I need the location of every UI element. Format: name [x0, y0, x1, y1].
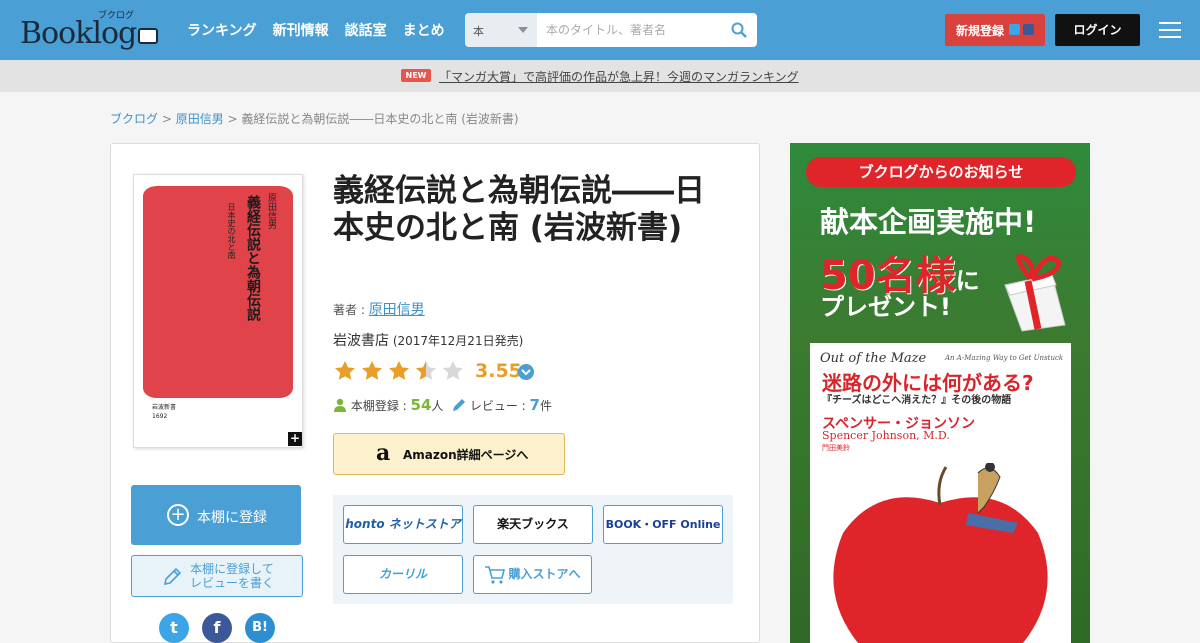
- review-unit: 件: [539, 399, 552, 413]
- publisher-line: 岩波書店 (2017年12月21日発売): [333, 330, 523, 350]
- nav-new-releases[interactable]: 新刊情報: [273, 20, 329, 40]
- banner-link[interactable]: 「マンガ大賞」で高評価の作品が急上昇！今週のマンガランキング: [439, 68, 799, 85]
- shelf-label: 本棚登録 :: [350, 399, 411, 413]
- review-count: 7: [529, 396, 540, 414]
- shelf-unit: 人: [431, 399, 444, 413]
- write-review-line1: 本棚に登録して: [190, 562, 274, 576]
- register-button[interactable]: 新規登録: [945, 14, 1045, 46]
- apple-illustration: [833, 463, 1048, 643]
- breadcrumb-current: 義経伝説と為朝伝説――日本史の北と南 (岩波新書): [241, 112, 519, 126]
- new-badge: NEW: [401, 69, 431, 82]
- ad-headline-present: プレゼント!: [820, 293, 951, 321]
- add-to-shelf-button[interactable]: + 本棚に登録: [131, 485, 301, 545]
- ad-headline: 献本企画実施中!: [820, 205, 1037, 239]
- ad-book-en-title: Out of the Maze: [820, 351, 927, 366]
- store-calil-button[interactable]: カーリル: [343, 555, 463, 594]
- store-bookoff-button[interactable]: BOOK・OFF Online: [603, 505, 723, 544]
- ad-book-cover: Out of the Maze An A-Mazing Way to Get U…: [810, 343, 1071, 643]
- ad-particle: に: [955, 267, 980, 295]
- search-bar: 本: [465, 13, 757, 47]
- expand-cover-icon[interactable]: +: [288, 432, 302, 446]
- booklog-logo[interactable]: Booklog ブクログ: [20, 10, 160, 51]
- facebook-share-icon[interactable]: f: [202, 613, 232, 643]
- nav-ranking[interactable]: ランキング: [187, 20, 257, 40]
- author-label: 著者 :: [333, 303, 369, 317]
- star-icon: [335, 360, 355, 380]
- star-half-icon: [416, 360, 436, 380]
- store-links: honto ネットストア 楽天ブックス BOOK・OFF Online カーリル…: [333, 495, 733, 604]
- nav-matome[interactable]: まとめ: [403, 20, 445, 40]
- cover-author: 原田信男: [266, 193, 276, 229]
- amazon-detail-label: Amazon詳細ページへ: [403, 448, 529, 462]
- store-honto-button[interactable]: honto ネットストア: [343, 505, 463, 544]
- star-icon: [389, 360, 409, 380]
- ad-book-subtitle: 『チーズはどこへ消えた？』その後の物語: [822, 395, 1012, 406]
- main-nav: ランキング 新刊情報 談話室 まとめ: [187, 20, 461, 40]
- cover-publisher-mark: 岩波新書 1692: [152, 404, 177, 420]
- add-to-shelf-label: 本棚に登録: [197, 510, 267, 526]
- book-face-icon: [138, 28, 158, 44]
- cart-icon: [485, 566, 506, 584]
- plus-circle-icon: +: [167, 504, 189, 526]
- star-icon: [362, 360, 382, 380]
- star-empty-icon: [443, 360, 463, 380]
- hatena-bookmark-icon[interactable]: B!: [245, 613, 275, 643]
- ad-book-en-subtitle: An A-Mazing Way to Get Unstuck: [945, 354, 1064, 362]
- user-icon: [334, 398, 346, 412]
- cover-title: 義経伝説と為朝伝説: [245, 195, 261, 321]
- ad-notice-pill: ブクログからのお知らせ: [806, 157, 1076, 187]
- search-category-value: 本: [473, 25, 484, 38]
- store-rakuten-button[interactable]: 楽天ブックス: [473, 505, 593, 544]
- ad-book-translator: 門田美鈴: [822, 444, 850, 452]
- store-buy-button[interactable]: 購入ストアへ: [473, 555, 592, 594]
- announcement-banner: NEW 「マンガ大賞」で高評価の作品が急上昇！今週のマンガランキング: [0, 60, 1200, 92]
- write-review-button[interactable]: 本棚に登録して レビューを書く: [131, 555, 303, 597]
- book-title: 義経伝説と為朝伝説――日本史の北と南 (岩波新書): [333, 173, 705, 246]
- breadcrumb-author[interactable]: 原田信男: [176, 112, 224, 126]
- twitter-icon: [1009, 24, 1020, 35]
- author-link[interactable]: 原田信男: [369, 302, 425, 318]
- site-header: Booklog ブクログ ランキング 新刊情報 談話室 まとめ 本 新規登録 ロ…: [0, 0, 1200, 60]
- write-review-label: 本棚に登録して レビューを書く: [190, 562, 274, 590]
- review-label: レビュー :: [469, 399, 530, 413]
- pencil-icon: [453, 399, 465, 411]
- breadcrumb: ブクログ > 原田信男 > 義経伝説と為朝伝説――日本史の北と南 (岩波新書): [110, 110, 519, 127]
- amazon-logo-icon: a: [376, 440, 391, 466]
- facebook-icon: [1023, 24, 1034, 35]
- shelf-count-stat: 本棚登録 : 54人: [333, 396, 443, 414]
- breadcrumb-separator: >: [158, 112, 176, 126]
- ad-book-author-en: Spencer Johnson, M.D.: [822, 429, 950, 442]
- publisher-name: 岩波書店: [333, 333, 389, 349]
- star-rating: [333, 360, 468, 382]
- book-cover[interactable]: 原田信男 義経伝説と為朝伝説 日本史の北と南 岩波新書 1692: [133, 174, 303, 448]
- register-label: 新規登録: [956, 24, 1005, 38]
- login-button[interactable]: ログイン: [1055, 14, 1140, 46]
- ad-banner[interactable]: ブクログからのお知らせ 献本企画実施中! 50名様に プレゼント! Out of…: [790, 143, 1090, 643]
- gift-box-icon: [1004, 254, 1066, 332]
- author-line: 著者 : 原田信男: [333, 299, 425, 319]
- amazon-detail-button[interactable]: a Amazon詳細ページへ: [333, 433, 565, 475]
- search-icon[interactable]: [731, 22, 747, 38]
- store-buy-label: 購入ストアへ: [508, 567, 581, 581]
- logo-kana: ブクログ: [98, 11, 135, 21]
- search-input[interactable]: [537, 13, 727, 47]
- hamburger-menu-icon[interactable]: [1159, 22, 1181, 38]
- write-review-line2: レビューを書く: [190, 576, 275, 590]
- chevron-down-icon: [518, 27, 528, 33]
- nav-forum[interactable]: 談話室: [345, 20, 387, 40]
- cover-subtitle: 日本史の北と南: [227, 203, 236, 259]
- review-count-stat[interactable]: レビュー : 7件: [452, 396, 552, 414]
- search-category-select[interactable]: 本: [465, 13, 537, 47]
- release-date: (2017年12月21日発売): [389, 334, 524, 348]
- shelf-count: 54: [410, 396, 432, 414]
- breadcrumb-home[interactable]: ブクログ: [110, 112, 158, 126]
- logo-text: Booklog: [20, 16, 137, 51]
- chevron-down-circle-icon[interactable]: [518, 364, 534, 380]
- pencil-icon: [163, 567, 182, 586]
- breadcrumb-separator: >: [223, 112, 242, 126]
- rating-value: 3.55: [475, 360, 522, 382]
- twitter-share-icon[interactable]: t: [159, 613, 189, 643]
